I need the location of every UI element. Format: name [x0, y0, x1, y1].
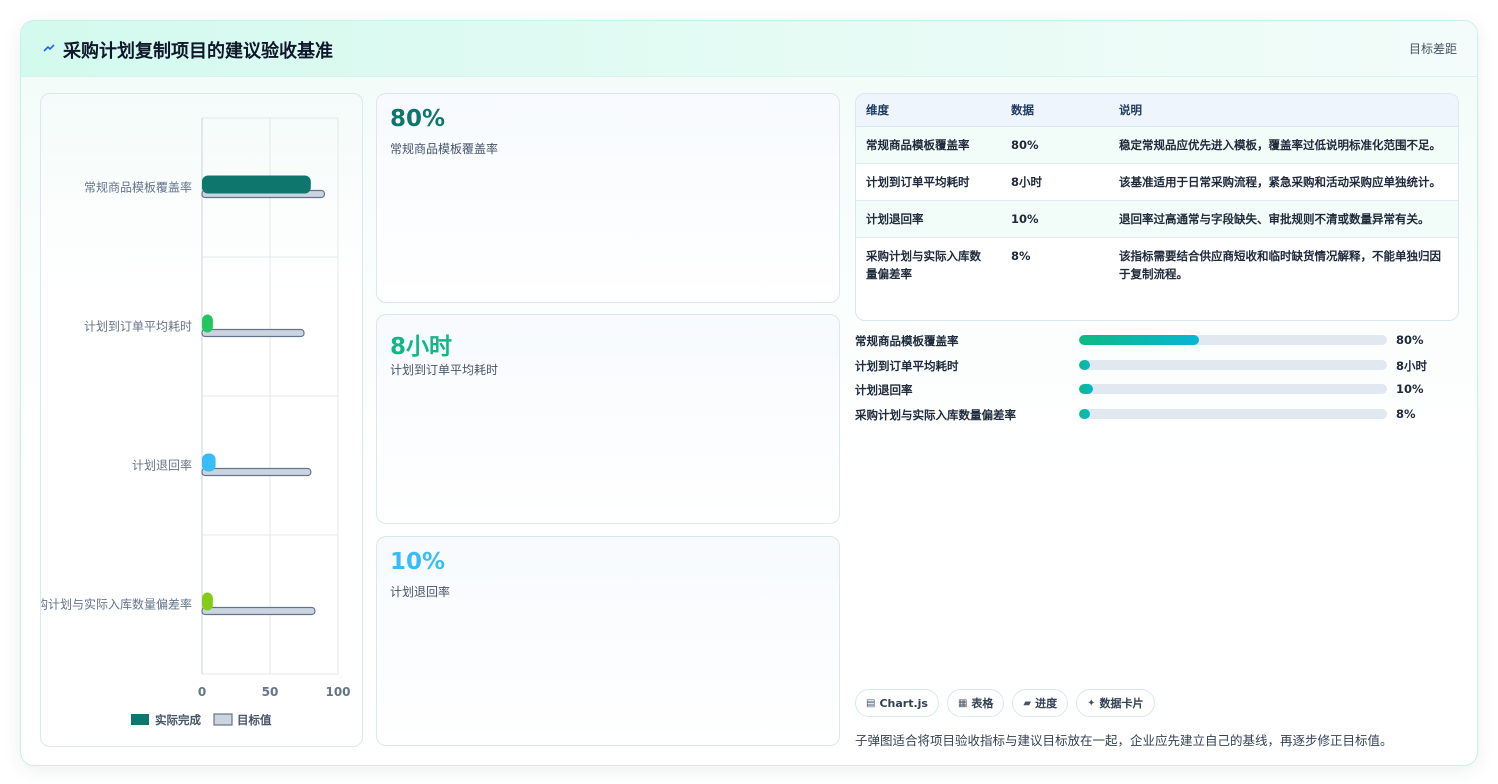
table-header-cell: 维度	[856, 94, 1001, 127]
table-cell: 10%	[1001, 200, 1109, 238]
kpi-value: 8小时	[390, 334, 453, 360]
legend-swatch-target	[213, 713, 233, 726]
chart-icon: ▤	[866, 697, 876, 709]
table-row: 常规商品模板覆盖率 80% 稳定常规品应优先进入模板，覆盖率过低说明标准化范围不…	[856, 126, 1458, 164]
footnote: 子弹图适合将项目验收指标与建议目标放在一起，企业应先建立自己的基线，再逐步修正目…	[855, 733, 1393, 748]
progress-label: 计划到订单平均耗时	[855, 358, 959, 373]
progress-value: 8%	[1396, 406, 1416, 421]
kpi-card-3: 10% 计划退回率	[376, 536, 840, 746]
chip-label: 数据卡片	[1099, 697, 1144, 710]
kpi-label: 常规商品模板覆盖率	[390, 142, 499, 156]
progress-label: 常规商品模板覆盖率	[855, 334, 959, 348]
table-row: 计划退回率 10% 退回率过高通常与字段缺失、审批规则不清或数量异常有关。	[856, 200, 1458, 238]
progress-track	[1079, 359, 1387, 370]
progress-track	[1079, 408, 1387, 419]
target-bar	[201, 467, 312, 477]
legend-swatch-actual	[131, 714, 149, 725]
sparkle-icon: ✦	[1087, 697, 1096, 709]
chip-progress[interactable]: ▰ 进度	[1012, 689, 1069, 717]
legend-label-target: 目标值	[237, 713, 272, 727]
progress-label: 采购计划与实际入库数量偏差率	[855, 407, 1016, 422]
target-bar	[201, 606, 316, 616]
chip-label: 进度	[1035, 697, 1058, 710]
category-label: 计划到订单平均耗时	[84, 320, 192, 334]
progress-row: 采购计划与实际入库数量偏差率 8%	[855, 405, 1459, 430]
kpi-value: 80%	[390, 106, 446, 132]
progress-list: 常规商品模板覆盖率 80% 计划到订单平均耗时 8小时 计划退回率 10% 采购…	[855, 331, 1459, 429]
card-header: 采购计划复制项目的建议验收基准 目标差距	[21, 21, 1477, 77]
table-cell: 该基准适用于日常采购流程，紧急采购和活动采购应单独统计。	[1109, 163, 1458, 201]
lightning-icon	[43, 44, 55, 52]
table-cell: 8小时	[1001, 163, 1109, 201]
chip-chartjs[interactable]: ▤ Chart.js	[855, 689, 939, 717]
table-cell: 稳定常规品应优先进入模板，覆盖率过低说明标准化范围不足。	[1109, 126, 1458, 164]
legend-label-actual: 实际完成	[155, 713, 201, 727]
chip-table[interactable]: ▦ 表格	[946, 689, 1005, 717]
progress-fill	[1079, 335, 1200, 345]
table-header-cell: 说明	[1109, 94, 1458, 127]
chip-label: 表格	[971, 697, 994, 710]
table-header-row: 维度 数据 说明	[856, 94, 1458, 127]
target-bar	[201, 328, 305, 338]
table-cell: 采购计划与实际入库数量偏差率	[866, 248, 981, 281]
table-cell: 计划到订单平均耗时	[856, 163, 1001, 201]
progress-label: 计划退回率	[855, 383, 913, 397]
category-label: 常规商品模板覆盖率	[84, 180, 192, 195]
category-label: 采购计划与实际入库数量偏差率	[41, 597, 192, 612]
page-title: 采购计划复制项目的建议验收基准	[63, 41, 333, 62]
progress-track	[1079, 335, 1387, 345]
progress-row: 计划到订单平均耗时 8小时	[855, 356, 1459, 381]
table-header-cell: 数据	[1001, 94, 1109, 127]
progress-fill	[1079, 408, 1090, 419]
table-row: 计划到订单平均耗时 8小时 该基准适用于日常采购流程，紧急采购和活动采购应单独统…	[856, 163, 1458, 201]
kpi-label: 计划退回率	[390, 585, 451, 599]
kpi-value: 10%	[390, 549, 446, 575]
bullet-chart: 常规商品模板覆盖率计划到订单平均耗时计划退回率采购计划与实际入库数量偏差率 0 50…	[41, 117, 351, 727]
feature-chips: ▤ Chart.js ▦ 表格 ▰ 进度 ✦ 数据卡片	[855, 689, 1155, 717]
main-card: 采购计划复制项目的建议验收基准 目标差距 常规商品模板覆盖率 计划到订单平均耗时计…	[20, 20, 1478, 766]
actual-bar	[202, 314, 213, 333]
table-cell: 常规商品模板覆盖率	[856, 126, 1001, 164]
progress-icon: ▰	[1023, 697, 1032, 709]
progress-row: 计划退回率 10%	[855, 380, 1459, 405]
metrics-table: 维度 数据 说明 常规商品模板覆盖率 80% 稳定常规品应优先进入模板，覆盖率过…	[856, 94, 1458, 292]
category-label: 计划退回率	[132, 458, 192, 473]
progress-fill	[1079, 384, 1093, 394]
progress-track	[1079, 384, 1387, 394]
table-row: 采购计划与实际入库数量偏差率 8% 该指标需要结合供应商短收和临时缺货情况解释，…	[856, 237, 1458, 292]
x-tick-label: 100	[325, 685, 350, 699]
kpi-card-1: 80% 常规商品模板覆盖率	[376, 93, 840, 303]
chip-label: Chart.js	[879, 696, 928, 710]
table-cell: 计划退回率	[856, 200, 1001, 238]
x-tick-label: 50	[262, 685, 279, 699]
progress-row: 常规商品模板覆盖率 80%	[855, 331, 1459, 356]
actual-bar	[202, 175, 311, 194]
actual-bar	[202, 453, 216, 472]
table-cell: 80%	[1001, 126, 1109, 164]
progress-value: 8小时	[1396, 358, 1428, 373]
chip-data-card[interactable]: ✦ 数据卡片	[1076, 689, 1155, 717]
bullet-chart-panel: 常规商品模板覆盖率计划到订单平均耗时计划退回率采购计划与实际入库数量偏差率 0 50…	[40, 93, 363, 747]
metrics-table-panel: 维度 数据 说明 常规商品模板覆盖率 80% 稳定常规品应优先进入模板，覆盖率过…	[855, 93, 1459, 321]
progress-fill	[1079, 359, 1090, 370]
kpi-card-2: 8小时 计划到订单平均耗时	[376, 314, 840, 524]
x-tick-label: 0	[198, 685, 206, 699]
progress-value: 10%	[1396, 382, 1424, 396]
table-cell: 退回率过高通常与字段缺失、审批规则不清或数量异常有关。	[1109, 200, 1458, 238]
header-tag: 目标差距	[1408, 42, 1457, 56]
table-cell: 该指标需要结合供应商短收和临时缺货情况解释，不能单独归因于复制流程。	[1119, 248, 1441, 281]
kpi-label: 计划到订单平均耗时	[390, 363, 499, 377]
table-cell: 8%	[1011, 248, 1031, 263]
actual-bar	[202, 592, 213, 611]
table-icon: ▦	[957, 697, 968, 709]
progress-value: 80%	[1396, 333, 1424, 347]
